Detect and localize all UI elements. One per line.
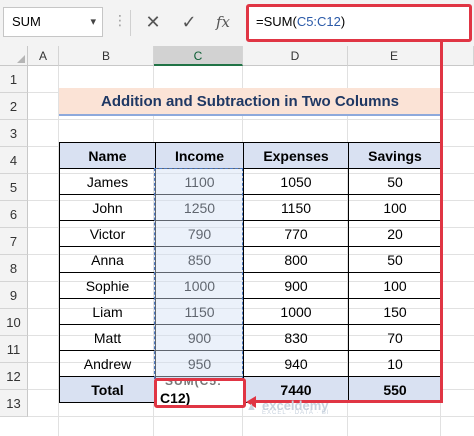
cell-savings[interactable]: 100 bbox=[348, 194, 442, 221]
cell-name[interactable]: James bbox=[59, 168, 156, 195]
total-label[interactable]: Total bbox=[59, 376, 156, 403]
table-row: Anna 850 800 50 bbox=[59, 246, 442, 273]
cell-income[interactable]: 1250 bbox=[155, 194, 244, 221]
column-header-c[interactable]: C bbox=[154, 46, 243, 66]
name-box-value: SUM bbox=[12, 14, 41, 29]
row-header-1[interactable]: 1 bbox=[0, 66, 28, 93]
cell-name[interactable]: Andrew bbox=[59, 350, 156, 377]
name-box[interactable]: SUM ▾ bbox=[3, 7, 103, 37]
cell-income[interactable]: 1150 bbox=[155, 298, 244, 325]
edit-cell-text: C12) bbox=[160, 390, 191, 406]
formula-input[interactable]: =SUM(C5:C12) bbox=[246, 4, 472, 42]
column-header-d[interactable]: D bbox=[243, 46, 348, 66]
cell-savings[interactable]: 70 bbox=[348, 324, 442, 351]
cell-expenses[interactable]: 1000 bbox=[243, 298, 349, 325]
cell-income[interactable]: 850 bbox=[155, 246, 244, 273]
cell-expenses[interactable]: 940 bbox=[243, 350, 349, 377]
active-edit-cell[interactable]: SUM(C5: C12) bbox=[154, 378, 246, 408]
check-icon[interactable]: ✓ bbox=[177, 11, 201, 35]
formula-prefix: =SUM( bbox=[256, 14, 297, 29]
cell-savings[interactable]: 150 bbox=[348, 298, 442, 325]
watermark-subtext: EXCEL · DATA · BI bbox=[262, 410, 330, 416]
cell-income[interactable]: 1100 bbox=[155, 168, 244, 195]
cell-name[interactable]: Sophie bbox=[59, 272, 156, 299]
table-row: Liam 1150 1000 150 bbox=[59, 298, 442, 325]
header-savings[interactable]: Savings bbox=[348, 142, 442, 169]
cell-income[interactable]: 950 bbox=[155, 350, 244, 377]
header-income[interactable]: Income bbox=[155, 142, 244, 169]
row-header-4[interactable]: 4 bbox=[0, 147, 28, 174]
header-expenses[interactable]: Expenses bbox=[243, 142, 349, 169]
select-all-corner[interactable] bbox=[0, 46, 28, 66]
gridline bbox=[28, 119, 474, 120]
watermark: exceldemy EXCEL · DATA · BI bbox=[262, 398, 330, 416]
formula-range-ref: C5:C12 bbox=[296, 14, 341, 29]
table-body: James 1100 1050 50 John 1250 1150 100 Victor 790 7… bbox=[59, 168, 442, 377]
cell-income[interactable]: 790 bbox=[155, 220, 244, 247]
column-header-a[interactable]: A bbox=[28, 46, 59, 66]
cell-expenses[interactable]: 1150 bbox=[243, 194, 349, 221]
header-name[interactable]: Name bbox=[59, 142, 156, 169]
row-header-7[interactable]: 7 bbox=[0, 228, 28, 255]
drag-handle-icon[interactable]: ⋮ bbox=[113, 12, 127, 29]
table-row: Sophie 1000 900 100 bbox=[59, 272, 442, 299]
row-header-13[interactable]: 13 bbox=[0, 390, 28, 417]
fx-icon[interactable]: fx bbox=[211, 11, 235, 35]
row-header-11[interactable]: 11 bbox=[0, 336, 28, 363]
chevron-down-icon[interactable]: ▾ bbox=[90, 8, 96, 36]
cell-name[interactable]: Victor bbox=[59, 220, 156, 247]
column-header-f[interactable] bbox=[441, 46, 474, 66]
cell-name[interactable]: Anna bbox=[59, 246, 156, 273]
row-header-2[interactable]: 2 bbox=[0, 93, 28, 120]
cell-savings[interactable]: 100 bbox=[348, 272, 442, 299]
row-header-6[interactable]: 6 bbox=[0, 201, 28, 228]
row-header-5[interactable]: 5 bbox=[0, 174, 28, 201]
cell-expenses[interactable]: 900 bbox=[243, 272, 349, 299]
row-header-12[interactable]: 12 bbox=[0, 363, 28, 390]
table-header-row: Name Income Expenses Savings bbox=[59, 142, 442, 169]
table-row: Matt 900 830 70 bbox=[59, 324, 442, 351]
cell-income[interactable]: 900 bbox=[155, 324, 244, 351]
close-icon[interactable]: ✕ bbox=[141, 11, 165, 35]
cell-expenses[interactable]: 830 bbox=[243, 324, 349, 351]
row-header-9[interactable]: 9 bbox=[0, 282, 28, 309]
cell-expenses[interactable]: 800 bbox=[243, 246, 349, 273]
divider bbox=[130, 10, 131, 36]
cell-expenses[interactable]: 1050 bbox=[243, 168, 349, 195]
formula-bar: SUM ▾ ⋮ ✕ ✓ fx =SUM(C5:C12) bbox=[0, 0, 474, 47]
total-savings[interactable]: 550 bbox=[348, 376, 442, 403]
column-header-b[interactable]: B bbox=[59, 46, 154, 66]
table-row: Victor 790 770 20 bbox=[59, 220, 442, 247]
cell-savings[interactable]: 50 bbox=[348, 168, 442, 195]
annotation-arrow-line bbox=[440, 42, 443, 400]
column-header-e[interactable]: E bbox=[348, 46, 441, 66]
edit-cell-overflow-text: SUM(C5: bbox=[165, 378, 222, 388]
row-header-3[interactable]: 3 bbox=[0, 120, 28, 147]
cell-name[interactable]: Matt bbox=[59, 324, 156, 351]
cell-income[interactable]: 1000 bbox=[155, 272, 244, 299]
cell-savings[interactable]: 20 bbox=[348, 220, 442, 247]
table-row: John 1250 1150 100 bbox=[59, 194, 442, 221]
gridline bbox=[28, 416, 474, 417]
cell-name[interactable]: Liam bbox=[59, 298, 156, 325]
table-row: Andrew 950 940 10 bbox=[59, 350, 442, 377]
cell-name[interactable]: John bbox=[59, 194, 156, 221]
data-table: Name Income Expenses Savings James 1100 10… bbox=[59, 142, 442, 403]
sheet-title: Addition and Subtraction in Two Columns bbox=[59, 88, 441, 116]
formula-suffix: ) bbox=[340, 14, 346, 29]
cell-savings[interactable]: 50 bbox=[348, 246, 442, 273]
cell-expenses[interactable]: 770 bbox=[243, 220, 349, 247]
cell-savings[interactable]: 10 bbox=[348, 350, 442, 377]
row-header-10[interactable]: 10 bbox=[0, 309, 28, 336]
table-row: James 1100 1050 50 bbox=[59, 168, 442, 195]
row-header-8[interactable]: 8 bbox=[0, 255, 28, 282]
exceldemy-logo-icon: ▲ bbox=[246, 401, 257, 413]
